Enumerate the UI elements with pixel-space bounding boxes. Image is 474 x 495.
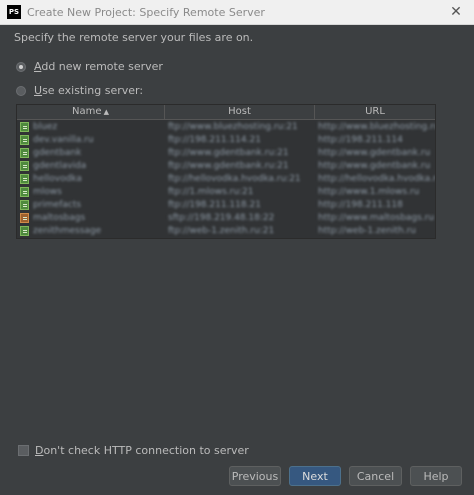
use-existing-server-label: Use existing server: (34, 84, 144, 97)
cell-name: bluez (17, 120, 165, 133)
column-header-host[interactable]: Host (165, 105, 315, 119)
server-url: http://www.maltosbags.ru (318, 212, 435, 223)
server-table: Name ▲ Host URL bluez ftp://www.bluezhosti… (16, 104, 436, 239)
server-name: mlows (33, 186, 62, 197)
server-name: dev.vanilla.ru (33, 134, 94, 145)
add-new-server-radio[interactable] (16, 61, 26, 72)
cell-url: http://web-1.zenith.ru (315, 224, 435, 237)
use-existing-server-radio[interactable] (16, 85, 26, 96)
php-file-icon (20, 173, 29, 184)
server-host: ftp://www.bluezhosting.ru:21 (168, 121, 298, 132)
cell-url: http://hellovodka.hvodka.ru (315, 172, 435, 185)
column-header-url[interactable]: URL (315, 105, 435, 119)
cell-name: zenithmessage (17, 224, 165, 237)
server-name: gdentbank (33, 147, 82, 158)
cell-name: primefacts (17, 198, 165, 211)
cell-host: ftp://198.211.114.21 (165, 133, 315, 146)
add-new-server-option[interactable]: Add new remote server (16, 60, 163, 73)
table-header: Name ▲ Host URL (17, 105, 435, 120)
server-url: http://198.211.114 (318, 134, 403, 145)
server-url: http://www.gdentbank.ru (318, 147, 431, 158)
table-row[interactable]: gdentbank ftp://www.gdentbank.ru:21 http:/… (17, 146, 435, 159)
use-existing-server-option[interactable]: Use existing server: (16, 84, 143, 97)
server-host: ftp://www.gdentbank.ru:21 (168, 147, 289, 158)
cell-host: sftp://198.219.48.18:22 (165, 211, 315, 224)
server-name: primefacts (33, 199, 82, 210)
cell-host: ftp://www.gdentbank.ru:21 (165, 159, 315, 172)
cell-url: http://198.211.114 (315, 133, 435, 146)
server-host: ftp://web-1.zenith.ru:21 (168, 225, 275, 236)
server-host: ftp://198.211.114.21 (168, 134, 261, 145)
cell-name: gdentlavida (17, 159, 165, 172)
php-file-icon (20, 147, 29, 158)
server-url: http://www.1.mlows.ru (318, 186, 420, 197)
php-file-icon (20, 212, 29, 223)
cancel-button[interactable]: Cancel (349, 466, 402, 486)
server-url: http://www.bluezhosting.ru (318, 121, 435, 132)
php-file-icon (20, 160, 29, 171)
table-row[interactable]: primefacts ftp://198.211.118.21 http://198… (17, 198, 435, 211)
cell-name: dev.vanilla.ru (17, 133, 165, 146)
column-header-name[interactable]: Name ▲ (17, 105, 165, 119)
cell-url: http://www.1.mlows.ru (315, 185, 435, 198)
dialog-description: Specify the remote server your files are… (14, 31, 254, 44)
server-url: http://web-1.zenith.ru (318, 225, 416, 236)
table-row[interactable]: dev.vanilla.ru ftp://198.211.114.21 http:/… (17, 133, 435, 146)
table-row[interactable]: mlows ftp://1.mlows.ru:21 http://www.1.mlo… (17, 185, 435, 198)
php-file-icon (20, 121, 29, 132)
add-new-server-label: Add new remote server (34, 60, 163, 73)
server-host: ftp://1.mlows.ru:21 (168, 186, 254, 197)
php-file-icon (20, 199, 29, 210)
sort-ascending-icon: ▲ (103, 108, 109, 116)
skip-http-check-checkbox[interactable] (18, 445, 29, 456)
cell-host: ftp://198.211.118.21 (165, 198, 315, 211)
cell-name: maltosbags (17, 211, 165, 224)
cell-name: hellovodka (17, 172, 165, 185)
server-name: gdentlavida (33, 160, 87, 171)
server-url: http://www.gdentbank.ru (318, 160, 431, 171)
server-host: ftp://hellovodka.hvodka.ru:21 (168, 173, 301, 184)
skip-http-check-label: Don't check HTTP connection to server (35, 444, 249, 457)
cell-url: http://www.gdentbank.ru (315, 146, 435, 159)
cell-url: http://198.211.118 (315, 198, 435, 211)
table-row[interactable]: maltosbags sftp://198.219.48.18:22 http://… (17, 211, 435, 224)
cell-url: http://www.bluezhosting.ru (315, 120, 435, 133)
php-file-icon (20, 225, 29, 236)
column-header-name-label: Name (72, 106, 102, 117)
cell-host: ftp://web-1.zenith.ru:21 (165, 224, 315, 237)
server-name: maltosbags (33, 212, 86, 223)
cell-host: ftp://1.mlows.ru:21 (165, 185, 315, 198)
server-host: sftp://198.219.48.18:22 (168, 212, 275, 223)
cell-host: ftp://www.gdentbank.ru:21 (165, 146, 315, 159)
server-name: zenithmessage (33, 225, 102, 236)
cell-host: ftp://www.bluezhosting.ru:21 (165, 120, 315, 133)
table-body: bluez ftp://www.bluezhosting.ru:21 http://… (17, 120, 435, 237)
cell-url: http://www.gdentbank.ru (315, 159, 435, 172)
cell-host: ftp://hellovodka.hvodka.ru:21 (165, 172, 315, 185)
close-icon[interactable]: ✕ (446, 2, 466, 22)
next-button[interactable]: Next (289, 466, 341, 486)
previous-button[interactable]: Previous (229, 466, 281, 486)
cell-url: http://www.maltosbags.ru (315, 211, 435, 224)
table-row[interactable]: bluez ftp://www.bluezhosting.ru:21 http://… (17, 120, 435, 133)
server-name: hellovodka (33, 173, 82, 184)
table-row[interactable]: hellovodka ftp://hellovodka.hvodka.ru:21 h… (17, 172, 435, 185)
help-button[interactable]: Help (410, 466, 462, 486)
php-file-icon (20, 134, 29, 145)
server-name: bluez (33, 121, 58, 132)
cell-name: gdentbank (17, 146, 165, 159)
skip-http-check-option[interactable]: Don't check HTTP connection to server (18, 444, 249, 457)
server-url: http://hellovodka.hvodka.ru (318, 173, 435, 184)
title-bar: PS Create New Project: Specify Remote Se… (0, 0, 474, 25)
table-row[interactable]: gdentlavida ftp://www.gdentbank.ru:21 http… (17, 159, 435, 172)
phpstorm-app-icon: PS (7, 5, 21, 19)
server-host: ftp://198.211.118.21 (168, 199, 261, 210)
table-row[interactable]: zenithmessage ftp://web-1.zenith.ru:21 htt… (17, 224, 435, 237)
server-host: ftp://www.gdentbank.ru:21 (168, 160, 289, 171)
window-title: Create New Project: Specify Remote Serve… (27, 5, 265, 19)
php-file-icon (20, 186, 29, 197)
server-url: http://198.211.118 (318, 199, 403, 210)
cell-name: mlows (17, 185, 165, 198)
